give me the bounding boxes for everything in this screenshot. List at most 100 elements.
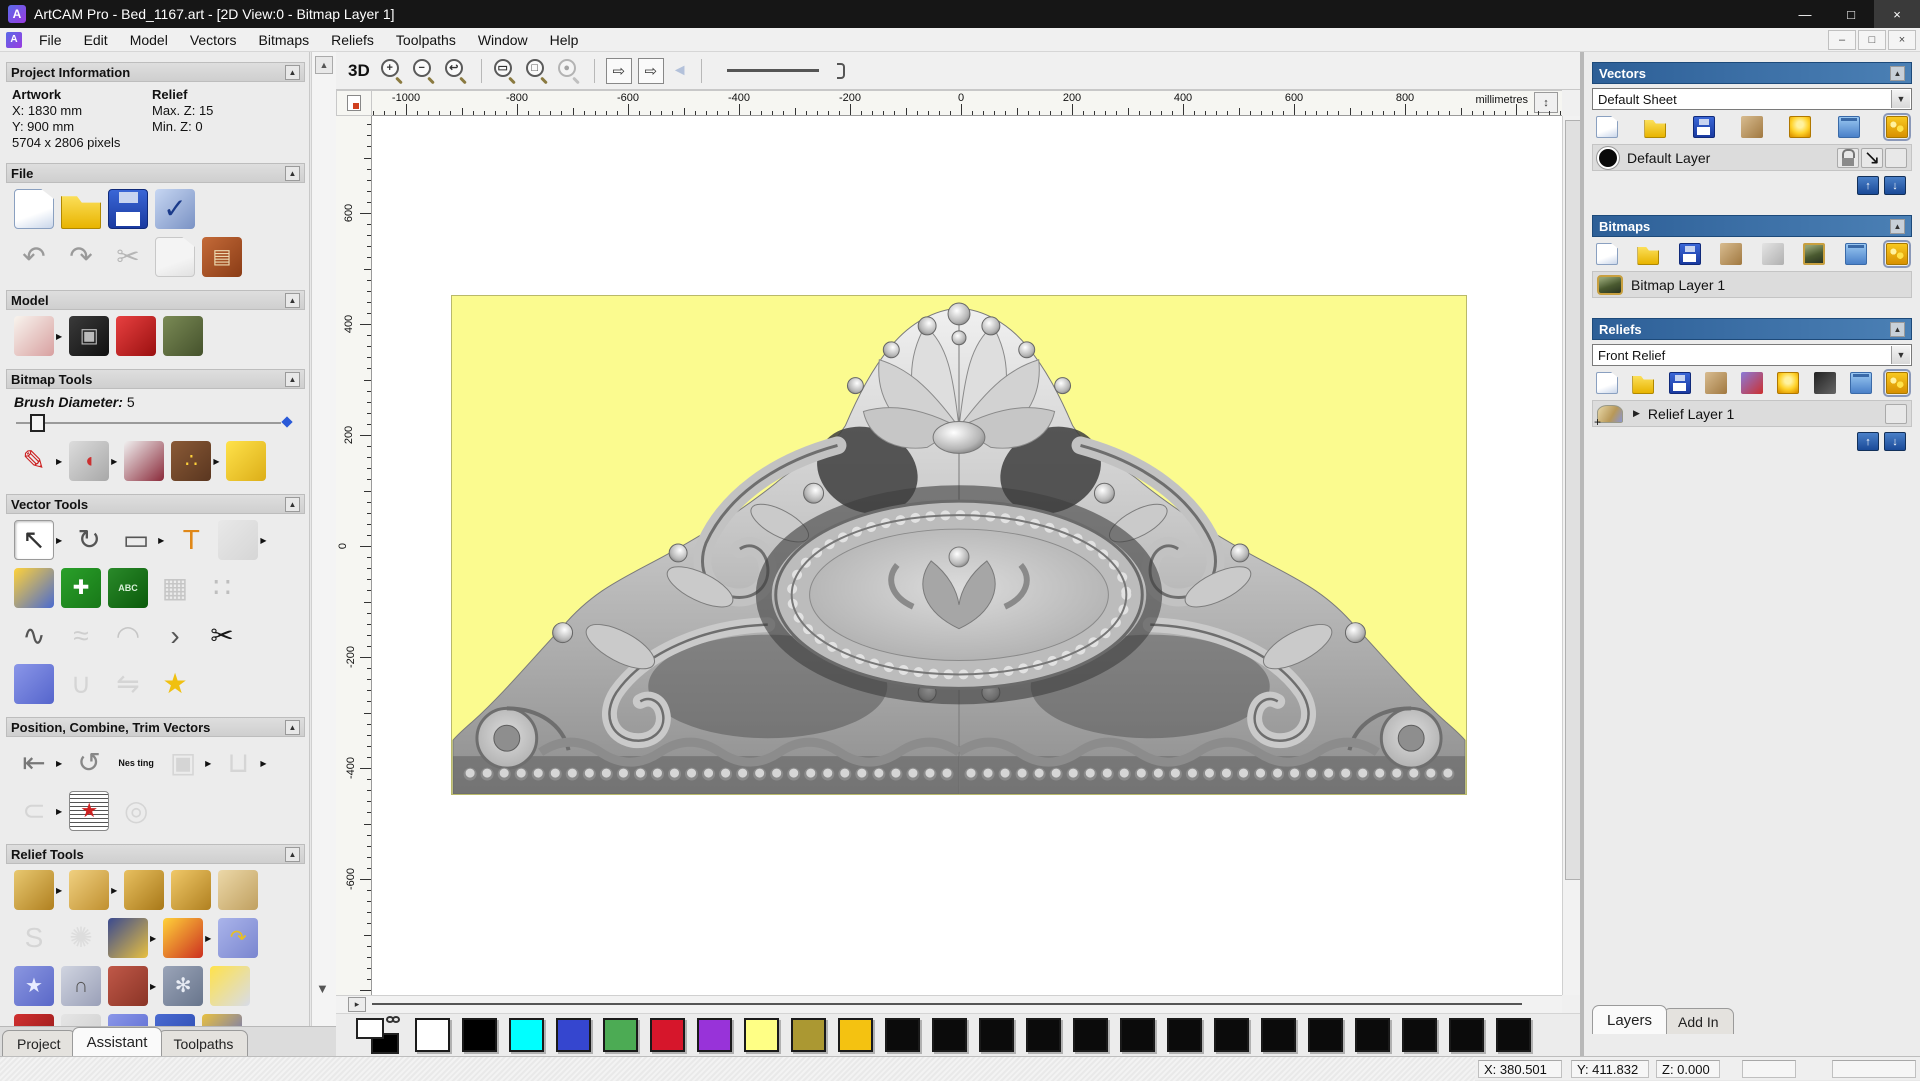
palette-swatch[interactable] (932, 1018, 967, 1052)
scroll-down-icon[interactable]: ▼ (316, 981, 329, 996)
flyout-arrow-icon[interactable]: ▶ (56, 536, 62, 545)
new-model-icon[interactable] (14, 189, 54, 229)
menu-item-file[interactable]: File (28, 28, 73, 52)
relief-select[interactable]: Front Relief ▼ (1592, 344, 1912, 366)
palette-swatch[interactable] (1261, 1018, 1296, 1052)
palette-swatch[interactable] (509, 1018, 544, 1052)
nesting-icon[interactable]: Nes ting (116, 743, 156, 783)
palette-swatch[interactable] (791, 1018, 826, 1052)
delete-bitmap-layer-icon[interactable] (1844, 243, 1867, 265)
all-bitmaps-on-icon[interactable] (1882, 240, 1911, 268)
bitmap-preview-icon[interactable] (1803, 243, 1826, 265)
slider-thumb[interactable] (30, 414, 45, 432)
menu-item-edit[interactable]: Edit (73, 28, 119, 52)
view-3d-button[interactable]: 3D (344, 59, 374, 83)
redo-icon[interactable]: ↷ (61, 237, 101, 277)
menu-item-vectors[interactable]: Vectors (179, 28, 248, 52)
move-layer-down-button[interactable]: ↓ (1884, 432, 1906, 451)
zoom-in-icon[interactable]: + (380, 58, 406, 84)
texture-relief-icon[interactable]: ✻ (163, 966, 204, 1006)
align-vectors-icon[interactable]: ⇤ (14, 743, 54, 783)
slider-track[interactable] (16, 422, 281, 424)
palette-swatch[interactable] (1026, 1018, 1061, 1052)
palette-swatch[interactable] (415, 1018, 450, 1052)
palette-swatch[interactable] (556, 1018, 591, 1052)
chevron-down-icon[interactable]: ▼ (1891, 90, 1910, 108)
ruler-units-dropdown[interactable]: ↕ (1534, 92, 1558, 113)
fillet-corner-icon[interactable]: › (155, 616, 195, 656)
palette-swatch[interactable] (885, 1018, 920, 1052)
colour-picker-icon[interactable] (124, 441, 165, 481)
new-bitmap-layer-icon[interactable] (1596, 243, 1618, 265)
load-reference-image-icon[interactable] (163, 316, 204, 356)
palette-swatch[interactable] (979, 1018, 1014, 1052)
palette-swatch[interactable] (462, 1018, 497, 1052)
add-dome-relief-icon[interactable] (108, 1014, 148, 1026)
open-bitmap-layer-icon[interactable] (1637, 246, 1660, 265)
fountain-merge-icon[interactable] (218, 870, 259, 910)
collapse-section-button[interactable]: ▲ (285, 64, 300, 80)
move-layer-up-button[interactable]: ↑ (1857, 432, 1879, 451)
fountain-add-icon[interactable] (124, 870, 165, 910)
child-restore-button[interactable]: □ (1858, 29, 1886, 50)
minimize-button[interactable]: — (1782, 0, 1828, 28)
2d-view-canvas[interactable] (372, 116, 1562, 995)
chevron-down-icon[interactable]: ▼ (1891, 346, 1910, 364)
save-model-icon[interactable] (108, 189, 148, 229)
artwork-bitmap[interactable] (451, 295, 1467, 795)
flyout-arrow-icon[interactable]: ▶ (56, 807, 62, 816)
open-model-icon[interactable] (61, 196, 101, 229)
calculate-relief-icon[interactable] (14, 870, 54, 910)
paste-icon[interactable]: ▤ (202, 237, 242, 277)
layer-bulb-icon[interactable] (1885, 147, 1907, 168)
brush-diameter-slider[interactable] (16, 414, 293, 432)
flyout-arrow-icon[interactable]: ▶ (205, 759, 211, 768)
merge-vector-layers-icon[interactable] (1740, 116, 1763, 138)
texture-ball-icon[interactable] (155, 1014, 195, 1026)
palette-swatch[interactable] (1167, 1018, 1202, 1052)
relief-layers-icon[interactable] (210, 966, 251, 1006)
palette-swatch[interactable] (1355, 1018, 1390, 1052)
zoom-out-icon[interactable]: − (412, 58, 438, 84)
flood-fill-icon[interactable]: ◖ (69, 441, 110, 481)
vector-layer-row[interactable]: Default Layer ↘ (1592, 144, 1912, 171)
stack-reliefs-icon[interactable] (1741, 372, 1763, 394)
hscroll-button[interactable]: ▸ (348, 997, 366, 1012)
scroll-up-icon[interactable]: ▲ (315, 56, 333, 74)
palette-swatch[interactable] (1496, 1018, 1531, 1052)
relief-extra-icon[interactable] (202, 1014, 242, 1026)
all-layers-on-icon[interactable] (1882, 113, 1911, 141)
palette-swatch[interactable] (650, 1018, 685, 1052)
flyout-arrow-icon[interactable]: ▶ (260, 759, 266, 768)
palette-swatch[interactable] (1402, 1018, 1437, 1052)
collapse-section-button[interactable]: ▲ (285, 846, 300, 862)
move-layer-down-button[interactable]: ↓ (1884, 176, 1906, 195)
create-rectangle-icon[interactable]: ▭ (116, 520, 156, 560)
canvas-horizontal-scrollbar[interactable]: ▸ (336, 995, 1562, 1013)
collapse-section-button[interactable]: ▲ (285, 371, 300, 387)
set-model-size-icon[interactable] (14, 316, 54, 356)
create-polyline-icon[interactable]: ∿ (14, 616, 54, 656)
left-panel-scrollbar[interactable]: ▲ ▼ (311, 52, 336, 1026)
vector-texture-icon[interactable]: ★ (69, 791, 110, 831)
interactive-sculpting-icon[interactable] (14, 1014, 54, 1026)
collapse-section-button[interactable]: ▲ (285, 292, 300, 308)
menu-item-toolpaths[interactable]: Toolpaths (385, 28, 467, 52)
create-shape-icon[interactable] (69, 870, 110, 910)
two-rail-sweep-icon[interactable] (108, 966, 148, 1006)
menu-item-reliefs[interactable]: Reliefs (320, 28, 385, 52)
flyout-arrow-icon[interactable]: ▶ (111, 886, 117, 895)
relief-bulb-page-icon[interactable] (1777, 372, 1800, 394)
palette-swatch[interactable] (1308, 1018, 1343, 1052)
create-text-icon[interactable]: T (171, 520, 211, 560)
bitmap-to-relief-icon[interactable]: ⇨ (605, 57, 632, 84)
palette-swatch[interactable] (1073, 1018, 1108, 1052)
delete-vector-layer-icon[interactable] (1837, 116, 1860, 138)
zoom-previous-icon[interactable]: ↩ (444, 58, 470, 84)
palette-swatch[interactable] (744, 1018, 779, 1052)
menu-item-model[interactable]: Model (119, 28, 179, 52)
open-relief-layer-icon[interactable] (1632, 375, 1655, 394)
flyout-arrow-icon[interactable]: ▶ (260, 536, 266, 545)
collapse-section-button[interactable]: ▲ (285, 165, 300, 181)
collapse-section-button[interactable]: ▲ (285, 496, 300, 512)
